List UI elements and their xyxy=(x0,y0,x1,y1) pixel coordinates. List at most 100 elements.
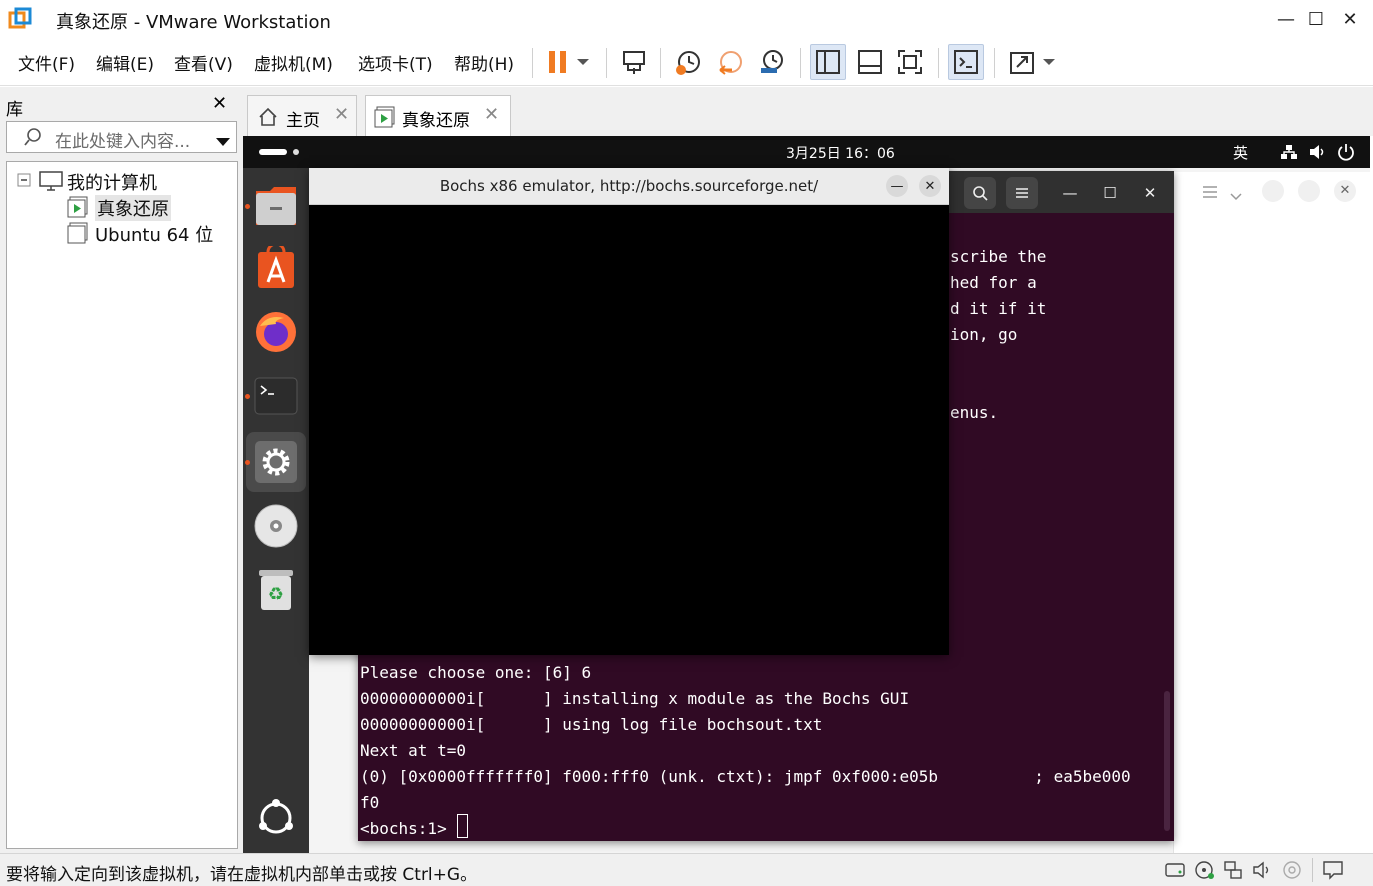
terminal-line: d it if it xyxy=(950,299,1047,318)
tab-close-button[interactable]: ✕ xyxy=(484,104,499,125)
power-icon[interactable] xyxy=(1337,143,1355,165)
menu-file[interactable]: 文件(F) xyxy=(18,50,75,75)
library-search-input[interactable]: 在此处键入内容... xyxy=(6,121,237,153)
collapse-icon[interactable] xyxy=(17,172,31,191)
terminal-cursor xyxy=(457,814,468,838)
bochs-window[interactable]: Bochs x86 emulator, http://bochs.sourcef… xyxy=(309,168,949,655)
full-screen-icon[interactable] xyxy=(892,44,928,80)
library-close-button[interactable]: ✕ xyxy=(212,93,227,114)
revert-snapshot-icon[interactable] xyxy=(712,44,748,80)
home-icon xyxy=(258,107,278,131)
status-separator xyxy=(1312,858,1313,882)
usb-icon[interactable] xyxy=(1282,860,1304,880)
window-title: 真象还原 - VMware Workstation xyxy=(56,12,331,33)
window-close-icon[interactable]: ✕ xyxy=(1334,180,1356,202)
terminal-minimize-button[interactable]: — xyxy=(1054,177,1086,209)
menu-edit[interactable]: 编辑(E) xyxy=(96,50,154,75)
toolbar-separator xyxy=(994,48,995,78)
snapshot-manager-icon[interactable] xyxy=(754,44,790,80)
trash-icon[interactable]: ♻ xyxy=(252,566,300,614)
terminal-menu-icon[interactable] xyxy=(1006,177,1038,209)
tab-home[interactable]: 主页 ✕ xyxy=(247,95,357,136)
toolbar-separator xyxy=(660,48,661,78)
send-ctrl-alt-del-icon[interactable] xyxy=(616,44,652,80)
sound-card-icon[interactable] xyxy=(1252,860,1274,880)
guest-top-bar: 3月25日 16：06 英 xyxy=(243,136,1370,168)
menu-view[interactable]: 查看(V) xyxy=(174,50,233,75)
terminal-close-button[interactable]: ✕ xyxy=(1134,177,1166,209)
status-message: 要将输入定向到该虚拟机，请在虚拟机内部单击或按 Ctrl+G。 xyxy=(6,865,478,885)
disc-icon[interactable] xyxy=(252,502,300,550)
tab-close-button[interactable]: ✕ xyxy=(334,104,349,125)
terminal-search-icon[interactable] xyxy=(964,177,996,209)
background-window[interactable]: ✕ xyxy=(1173,172,1370,853)
library-panel: 库 ✕ 在此处键入内容... 我的计算机 真象还原 Ubuntu 64 位 xyxy=(0,87,243,853)
dropdown-icon[interactable] xyxy=(1036,44,1062,80)
message-log-icon[interactable] xyxy=(1322,860,1344,880)
bochs-titlebar: Bochs x86 emulator, http://bochs.sourcef… xyxy=(309,168,949,205)
vmware-logo-icon xyxy=(8,7,32,31)
terminal-maximize-button[interactable]: ☐ xyxy=(1094,177,1126,209)
terminal-line: 00000000000i[ ] using log file bochsout.… xyxy=(360,715,823,734)
bochs-minimize-button[interactable]: — xyxy=(886,175,908,197)
library-title: 库 xyxy=(6,100,23,120)
firefox-icon[interactable] xyxy=(252,308,300,356)
thumbnail-view-icon[interactable] xyxy=(852,44,888,80)
tab-label: 真象还原 xyxy=(402,111,470,131)
running-indicator xyxy=(245,394,250,399)
close-button[interactable]: ✕ xyxy=(1330,4,1370,34)
dropdown-icon[interactable] xyxy=(570,44,596,80)
unity-icon[interactable] xyxy=(1004,44,1040,80)
menu-help[interactable]: 帮助(H) xyxy=(454,50,514,75)
tree-root-label[interactable]: 我的计算机 xyxy=(67,169,157,195)
terminal-line: scribe the xyxy=(950,247,1047,266)
terminal-line: 00000000000i[ ] installing x module as t… xyxy=(360,689,910,708)
terminal-line: (0) [0x0000fffffff0] f000:fff0 (unk. ctx… xyxy=(360,767,1131,786)
network-adapter-icon[interactable] xyxy=(1222,860,1244,880)
snapshot-icon[interactable] xyxy=(670,44,706,80)
bochs-title: Bochs x86 emulator, http://bochs.sourcef… xyxy=(439,177,819,195)
chevron-down-icon[interactable] xyxy=(1230,186,1242,205)
menu-vm[interactable]: 虚拟机(M) xyxy=(254,50,333,75)
bochs-close-button[interactable]: ✕ xyxy=(919,175,941,197)
volume-icon[interactable] xyxy=(1309,144,1327,164)
library-view-icon[interactable] xyxy=(810,44,846,80)
guest-clock[interactable]: 3月25日 16：06 xyxy=(786,143,895,163)
settings-icon[interactable] xyxy=(252,438,300,486)
running-indicator xyxy=(245,460,250,465)
terminal-line: Please choose one: [6] 6 xyxy=(360,663,592,682)
menubar: 文件(F) 编辑(E) 查看(V) 虚拟机(M) 选项卡(T) 帮助(H) xyxy=(0,38,1373,86)
toolbar-separator xyxy=(800,48,801,78)
terminal-scrollbar[interactable] xyxy=(1164,691,1170,831)
window-maximize-icon[interactable] xyxy=(1298,180,1320,202)
tree-item-vm[interactable]: Ubuntu 64 位 xyxy=(95,221,213,247)
cd-dvd-icon[interactable] xyxy=(1194,860,1216,880)
menu-tabs[interactable]: 选项卡(T) xyxy=(358,50,433,75)
network-icon[interactable] xyxy=(1280,144,1298,164)
files-icon[interactable] xyxy=(252,182,300,230)
tab-vm[interactable]: 真象还原 ✕ xyxy=(365,95,511,136)
list-view-icon[interactable] xyxy=(1202,184,1218,203)
hard-disk-icon[interactable] xyxy=(1164,860,1186,880)
terminal-line: enus. xyxy=(950,403,999,422)
workspace-dot xyxy=(293,149,299,155)
running-indicator xyxy=(245,204,250,209)
bochs-display[interactable] xyxy=(309,205,949,655)
window-minimize-icon[interactable] xyxy=(1262,180,1284,202)
activities-indicator[interactable] xyxy=(259,149,287,155)
window-titlebar: 真象还原 - VMware Workstation — ☐ ✕ xyxy=(0,0,1373,38)
vm-console[interactable]: 3月25日 16：06 英 ♻ ✕ — ☐ ✕ scribe the hed f… xyxy=(243,136,1370,853)
input-method-indicator[interactable]: 英 xyxy=(1233,142,1248,163)
terminal-line: f0 xyxy=(360,793,380,812)
search-icon xyxy=(23,127,43,151)
status-bar: 要将输入定向到该虚拟机，请在虚拟机内部单击或按 Ctrl+G。 xyxy=(0,853,1373,886)
chevron-down-icon[interactable] xyxy=(215,132,231,151)
terminal-icon[interactable] xyxy=(252,372,300,420)
vm-running-icon xyxy=(374,106,396,132)
show-apps-icon[interactable] xyxy=(252,794,300,842)
tree-item-vm[interactable]: 真象还原 xyxy=(95,195,171,221)
svg-text:♻: ♻ xyxy=(268,584,284,605)
app-center-icon[interactable] xyxy=(252,244,300,292)
console-view-icon[interactable] xyxy=(948,44,984,80)
terminal-prompt[interactable]: <bochs:1> xyxy=(360,819,456,838)
